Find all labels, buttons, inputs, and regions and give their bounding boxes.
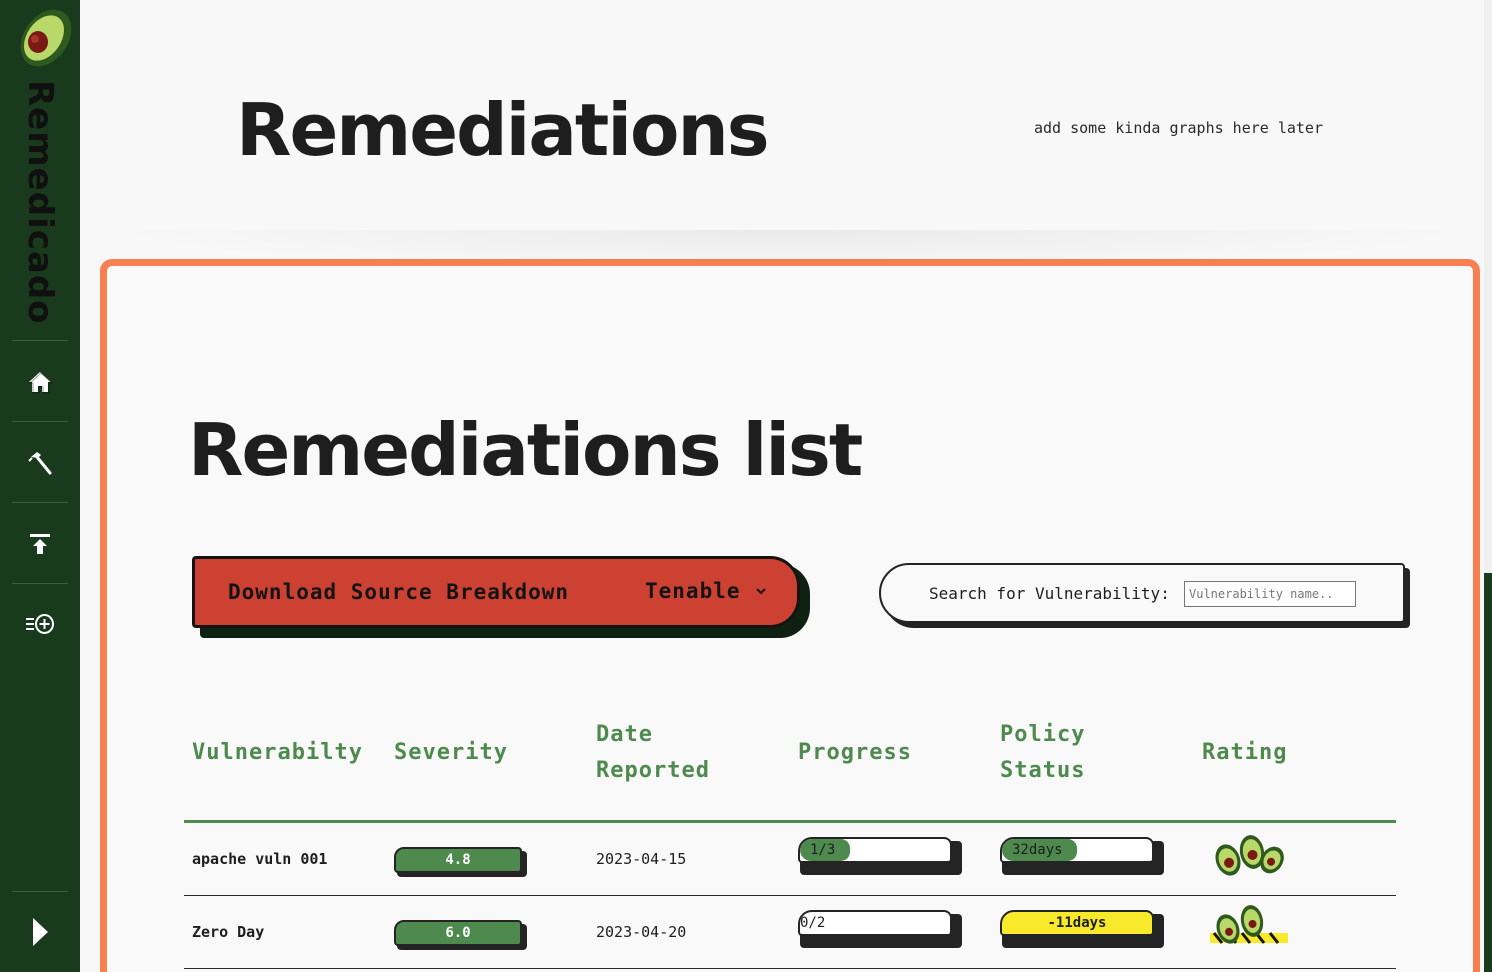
vulnerability-name: Zero Day: [192, 923, 265, 941]
row-divider: [184, 895, 1396, 896]
column-header-vulnerability[interactable]: Vulnerabilty: [192, 735, 363, 771]
progress-bar: 1/3: [798, 837, 952, 863]
column-header-rating[interactable]: Rating: [1202, 735, 1287, 771]
column-header-date-line2: Reported: [596, 758, 710, 783]
header-note: add some kinda graphs here later: [1034, 119, 1323, 137]
sidebar-divider: [12, 583, 68, 584]
add-entry-icon: [26, 614, 54, 634]
sidebar-item-home[interactable]: [18, 360, 62, 404]
column-header-policy-status[interactable]: Policy Status: [1000, 717, 1085, 789]
search-label: Search for Vulnerability:: [929, 584, 1170, 603]
sidebar-item-add[interactable]: [18, 602, 62, 646]
sidebar: Remedicado: [0, 0, 80, 972]
column-header-severity[interactable]: Severity: [394, 735, 508, 771]
progress-bar: 0/2: [798, 910, 952, 936]
avocado-rating-icon: [1215, 835, 1284, 876]
column-header-policy-line1: Policy: [1000, 722, 1086, 747]
chevron-down-icon: [755, 588, 766, 595]
progress-text: 1/3: [810, 842, 836, 858]
vulnerability-name: apache vuln 001: [192, 850, 328, 868]
download-label: Download Source Breakdown: [228, 580, 570, 604]
page-title: Remediations: [236, 88, 770, 172]
row-divider: [184, 968, 1396, 969]
brand-wordmark: Remedicado: [20, 80, 60, 325]
home-icon: [28, 372, 53, 394]
sidebar-divider: [12, 421, 68, 422]
severity-badge: 6.0: [394, 920, 522, 946]
column-header-date[interactable]: Date Reported: [596, 717, 710, 789]
sidebar-item-upload[interactable]: [18, 522, 62, 566]
source-select[interactable]: Tenable: [645, 579, 767, 603]
policy-status-bar: -11days: [1000, 910, 1154, 936]
hammer-icon: [28, 452, 52, 475]
column-header-progress[interactable]: Progress: [798, 735, 912, 771]
search-input[interactable]: [1184, 581, 1356, 607]
policy-status-text: 32days: [1012, 842, 1063, 858]
download-source-button[interactable]: Download Source Breakdown Tenable: [192, 556, 800, 628]
progress-text: 0/2: [800, 915, 826, 931]
sidebar-expand-button[interactable]: [18, 910, 62, 954]
avocado-rating-icon: [1210, 905, 1288, 944]
column-header-date-line1: Date: [596, 722, 653, 747]
avocado-logo-icon: [20, 9, 72, 67]
sidebar-divider: [12, 340, 68, 341]
sidebar-item-tools[interactable]: [18, 441, 62, 485]
date-reported: 2023-04-15: [596, 850, 687, 868]
sidebar-divider: [12, 891, 68, 892]
sidebar-divider: [12, 502, 68, 503]
list-title: Remediations list: [188, 408, 863, 492]
table-header-divider: [184, 820, 1396, 823]
upload-icon: [30, 534, 50, 554]
policy-status-text: -11days: [1047, 915, 1107, 931]
column-header-policy-line2: Status: [1000, 758, 1086, 783]
scrollbar[interactable]: [1484, 0, 1492, 972]
brand-name: Remedicado: [20, 80, 60, 325]
scrollbar-thumb[interactable]: [1484, 573, 1492, 972]
policy-status-bar: 32days: [1000, 837, 1154, 863]
severity-badge: 4.8: [394, 847, 522, 873]
date-reported: 2023-04-20: [596, 923, 687, 941]
chevron-right-icon: [33, 918, 48, 946]
search-box: Search for Vulnerability:: [879, 563, 1405, 623]
source-select-value: Tenable: [645, 579, 741, 603]
